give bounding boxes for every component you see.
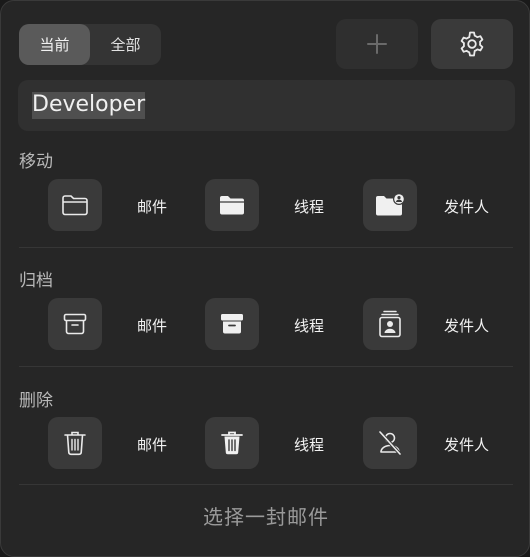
folder-search-field[interactable]: Developer: [18, 80, 515, 131]
folder-person-icon: [376, 193, 405, 216]
plus-icon: [367, 34, 387, 54]
section-divider: [19, 484, 513, 485]
folder-filled-icon: [220, 196, 244, 215]
delete-sender-label: 发件人: [444, 436, 490, 454]
archive-sender-label: 发件人: [444, 317, 490, 335]
section-divider: [19, 366, 513, 367]
archive-filled-icon: [221, 314, 243, 334]
segment-all[interactable]: 全部: [90, 24, 161, 65]
gear-icon: [460, 31, 484, 57]
archive-outline-icon: [63, 313, 87, 335]
delete-sender-button[interactable]: [363, 417, 417, 469]
delete-message-button[interactable]: [48, 417, 102, 469]
trash-outline-icon: [64, 431, 86, 456]
settings-button[interactable]: [431, 19, 513, 69]
folder-outline-icon: [62, 195, 88, 216]
archive-thread-label: 线程: [294, 317, 325, 335]
delete-thread-button[interactable]: [205, 417, 259, 469]
section-title-archive: 归档: [19, 271, 53, 291]
move-actions-row: 邮件 线程 发件人: [1, 179, 529, 235]
section-divider: [19, 247, 513, 248]
move-message-button[interactable]: [48, 179, 102, 231]
delete-actions-row: 邮件 线程 发件人: [1, 417, 529, 473]
archive-person-icon: [379, 310, 401, 338]
archive-thread-button[interactable]: [205, 298, 259, 350]
section-title-move: 移动: [19, 152, 53, 172]
archive-message-label: 邮件: [137, 317, 168, 335]
move-thread-button[interactable]: [205, 179, 259, 231]
archive-message-button[interactable]: [48, 298, 102, 350]
delete-thread-label: 线程: [294, 436, 325, 454]
status-message: 选择一封邮件: [203, 504, 329, 529]
person-slash-icon: [378, 430, 402, 456]
scope-segmented-control: 当前 全部: [19, 24, 161, 65]
move-sender-label: 发件人: [444, 198, 490, 216]
quick-actions-panel: 当前 全部 Developer 移动 邮件 线程 发件人 归档 邮件 线程 发件…: [0, 0, 530, 557]
section-title-delete: 删除: [19, 391, 53, 411]
archive-sender-button[interactable]: [363, 298, 417, 350]
segment-current[interactable]: 当前: [19, 24, 90, 65]
move-sender-button[interactable]: [363, 179, 417, 231]
archive-actions-row: 邮件 线程 发件人: [1, 298, 529, 354]
delete-message-label: 邮件: [137, 436, 168, 454]
move-thread-label: 线程: [294, 198, 325, 216]
move-message-label: 邮件: [137, 198, 168, 216]
trash-filled-icon: [221, 431, 243, 455]
search-input-value[interactable]: Developer: [32, 92, 146, 119]
add-button[interactable]: [336, 19, 418, 69]
